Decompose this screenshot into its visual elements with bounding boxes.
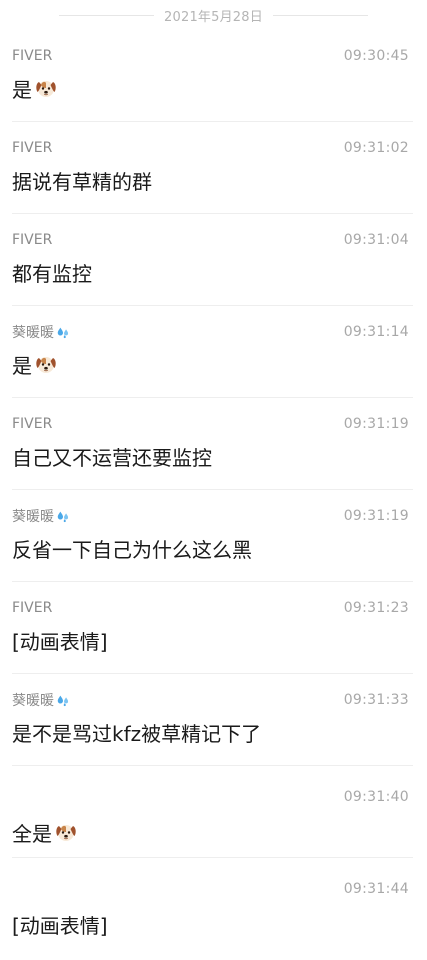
message-content: 自己又不运营还要监控 [12,442,409,470]
sender-name-text: FIVER [12,600,53,616]
sender-name-text: FIVER [12,232,53,248]
message-content: 全是 [12,818,409,846]
sender-name: FIVER [12,140,52,156]
sender-name: FIVER [12,232,52,248]
message-text: 全是 [12,821,52,846]
sender-name-text: FIVER [12,416,53,432]
message-time: 09:31:02 [343,140,409,156]
message-text: 都有监控 [12,261,92,286]
dog-face-icon [36,357,56,373]
message-content: 反省一下自己为什么这么黑 [12,534,409,562]
message-header: 葵暖暖 09:31:14 [12,323,409,341]
divider-line-left [59,14,155,16]
message-text: 是 [12,353,32,378]
message-header: 葵暖暖 09:31:19 [12,507,409,525]
sweat-droplets-icon [57,511,69,523]
message-header: FIVER 09:31:19 [12,415,409,433]
message-content: 是 [12,74,409,102]
message-text: [动画表情] [12,913,108,938]
sender-name: 葵暖暖 [12,506,70,526]
message-text: 是 [12,77,32,102]
message-item[interactable]: 09:31:44 [动画表情] [0,858,427,950]
divider-line-right [272,14,368,16]
message-text: 据说有草精的群 [12,169,152,194]
message-item[interactable]: FIVER 09:31:02 据说有草精的群 [0,122,427,214]
message-content: 是 [12,350,409,378]
message-header: FIVER 09:31:23 [12,599,409,617]
message-item[interactable]: FIVER 09:31:19 自己又不运营还要监控 [0,398,427,490]
message-text: 自己又不运营还要监控 [12,445,212,470]
message-list[interactable]: FIVER 09:30:45 是 FIVER 09:31:02 据说有草精的群 FIVER 0… [0,30,427,950]
message-text: 是不是骂过kfz被草精记下了 [12,721,262,746]
sweat-droplets-icon [57,695,69,707]
message-content: 都有监控 [12,258,409,286]
sender-name: FIVER [12,600,52,616]
message-header: FIVER 09:31:04 [12,231,409,249]
message-time: 09:31:14 [343,324,409,340]
message-time: 09:31:40 [343,789,409,805]
message-header: 葵暖暖 09:31:33 [12,691,409,709]
message-time: 09:31:19 [343,416,409,432]
dog-face-icon [56,825,76,841]
message-item[interactable]: 葵暖暖 09:31:19 反省一下自己为什么这么黑 [0,490,427,582]
sender-name-text: 葵暖暖 [12,693,54,709]
sender-name: FIVER [12,416,52,432]
message-time: 09:30:45 [343,48,409,64]
message-text: 反省一下自己为什么这么黑 [12,537,252,562]
message-header: 09:31:40 [12,788,409,806]
sender-name: 葵暖暖 [12,690,70,710]
sender-name-text: FIVER [12,48,53,64]
message-header: 09:31:44 [12,880,409,898]
message-item[interactable]: FIVER 09:30:45 是 [0,30,427,122]
message-content: [动画表情] [12,626,409,654]
message-time: 09:31:33 [343,692,409,708]
sender-name-text: 葵暖暖 [12,509,54,525]
message-item[interactable]: FIVER 09:31:04 都有监控 [0,214,427,306]
message-time: 09:31:44 [343,881,409,897]
sender-name-text: FIVER [12,140,53,156]
date-divider: 2021年5月28日 [0,0,427,30]
message-item[interactable]: FIVER 09:31:23 [动画表情] [0,582,427,674]
message-time: 09:31:19 [343,508,409,524]
message-header: FIVER 09:31:02 [12,139,409,157]
message-content: 是不是骂过kfz被草精记下了 [12,718,409,746]
message-content: [动画表情] [12,910,409,938]
sender-name: 葵暖暖 [12,322,70,342]
message-text: [动画表情] [12,629,108,654]
message-item[interactable]: 葵暖暖 09:31:14 是 [0,306,427,398]
sender-name: FIVER [12,48,52,64]
message-time: 09:31:23 [343,600,409,616]
date-label: 2021年5月28日 [164,9,263,25]
message-header: FIVER 09:30:45 [12,47,409,65]
message-content: 据说有草精的群 [12,166,409,194]
message-item[interactable]: 09:31:40 全是 [0,766,427,858]
sweat-droplets-icon [57,327,69,339]
sender-name-text: 葵暖暖 [12,325,54,341]
message-time: 09:31:04 [343,232,409,248]
dog-face-icon [36,81,56,97]
message-item[interactable]: 葵暖暖 09:31:33 是不是骂过kfz被草精记下了 [0,674,427,766]
